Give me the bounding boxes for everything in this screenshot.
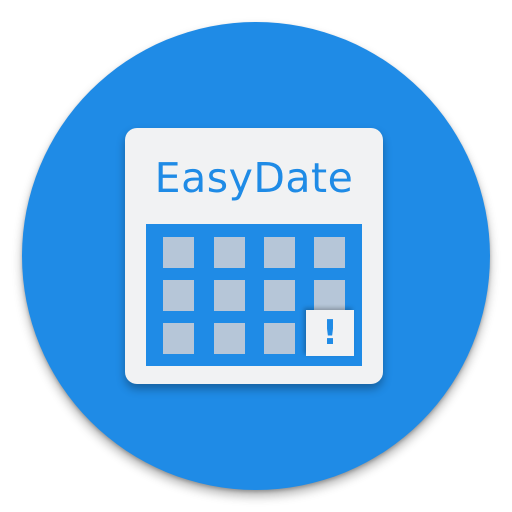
calendar-day-cell: [214, 323, 245, 354]
calendar-day-cell: [264, 323, 295, 354]
calendar-day-cell: [163, 280, 194, 311]
calendar-day-cell: [264, 280, 295, 311]
calendar-day-cell: [314, 280, 345, 311]
calendar-icon: EasyDate !: [125, 128, 383, 384]
app-title: EasyDate: [154, 154, 354, 202]
calendar-day-cell: [214, 280, 245, 311]
calendar-day-cell: [163, 237, 194, 268]
calendar-day-cell: [163, 323, 194, 354]
calendar-day-cell: [314, 237, 345, 268]
calendar-day-cell: [214, 237, 245, 268]
alert-day-cell: !: [306, 310, 354, 356]
calendar-day-cell: [264, 237, 295, 268]
app-icon: EasyDate !: [0, 0, 512, 512]
exclamation-icon: !: [322, 313, 338, 353]
